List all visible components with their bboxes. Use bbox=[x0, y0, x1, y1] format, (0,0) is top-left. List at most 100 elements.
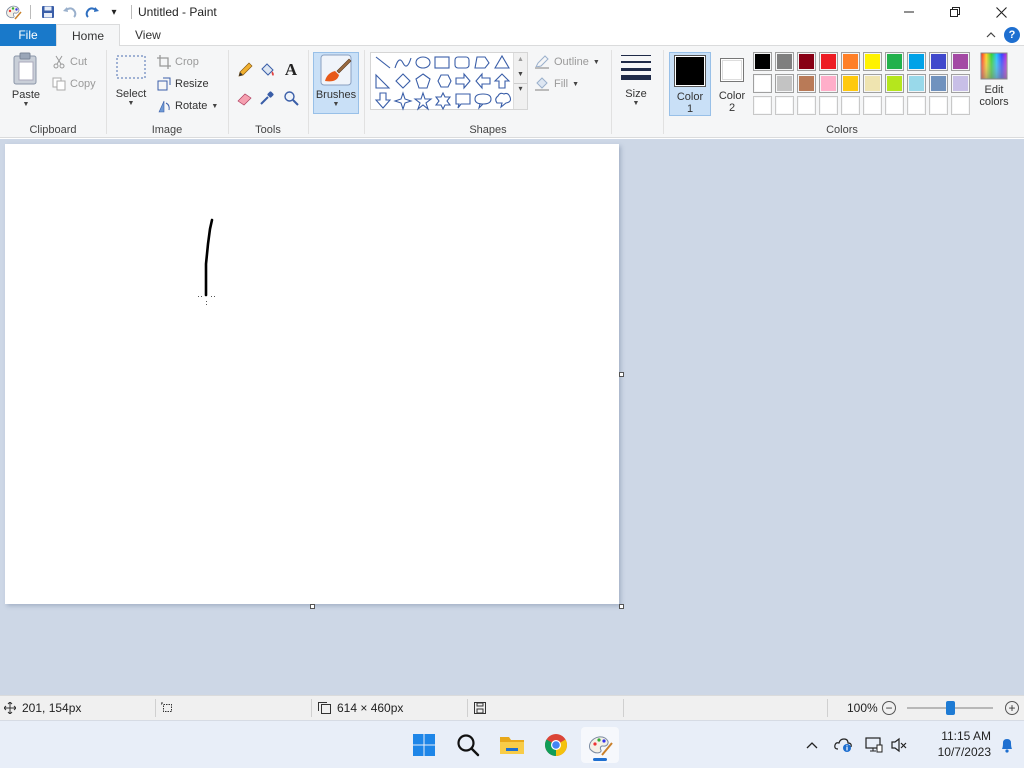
shapes-group-label: Shapes bbox=[469, 124, 507, 136]
shape-six-point-star-icon bbox=[434, 91, 452, 111]
resize-handle-corner[interactable] bbox=[619, 604, 624, 609]
magnifier-button[interactable] bbox=[281, 88, 301, 108]
shape-cloud-callout-icon bbox=[495, 92, 512, 109]
window-title: Untitled - Paint bbox=[138, 5, 217, 19]
save-icon[interactable] bbox=[37, 1, 59, 23]
tools-group: A Tools bbox=[229, 46, 307, 138]
search-button[interactable] bbox=[449, 727, 487, 763]
folder-icon bbox=[500, 737, 524, 754]
shape-oval-icon bbox=[415, 56, 431, 69]
tab-home[interactable]: Home bbox=[56, 24, 121, 47]
line-size-icon bbox=[621, 55, 651, 80]
cut-button[interactable]: Cut bbox=[52, 52, 87, 72]
chrome-button[interactable] bbox=[537, 727, 575, 763]
shape-pentagon-icon bbox=[415, 73, 431, 89]
help-button[interactable]: ? bbox=[1004, 27, 1020, 43]
status-separator bbox=[155, 699, 156, 717]
zoom-out-button[interactable]: − bbox=[882, 701, 896, 715]
network-button[interactable] bbox=[860, 737, 888, 753]
ribbon-tabs: File Home View ? bbox=[0, 24, 1024, 47]
rotate-button[interactable]: Rotate ▼ bbox=[157, 96, 218, 116]
outline-button[interactable]: Outline ▼ bbox=[534, 52, 600, 72]
select-dropdown-icon: ▼ bbox=[127, 100, 135, 107]
resize-handle-bottom[interactable] bbox=[310, 604, 315, 609]
shapes-scroll-up-icon[interactable]: ▲ bbox=[514, 56, 527, 63]
size-button[interactable]: Size ▼ bbox=[616, 52, 656, 116]
minimize-button[interactable] bbox=[886, 0, 932, 24]
pencil-button[interactable] bbox=[235, 60, 255, 80]
disk-icon bbox=[474, 702, 486, 714]
drawing-canvas[interactable] bbox=[5, 144, 619, 604]
clock-date: 10/7/2023 bbox=[937, 745, 991, 759]
clock[interactable]: 11:15 AM 10/7/2023 bbox=[938, 728, 991, 760]
close-button[interactable] bbox=[978, 0, 1024, 24]
brushes-button[interactable]: Brushes ▼ bbox=[313, 52, 359, 114]
minimize-ribbon-button[interactable] bbox=[982, 26, 1000, 44]
color-picker-button[interactable] bbox=[257, 88, 277, 108]
shapes-scroll-down-icon[interactable]: ▼ bbox=[514, 71, 527, 78]
customize-qat-button[interactable]: ▾ bbox=[103, 1, 125, 23]
quick-access-toolbar: ▾ bbox=[0, 0, 138, 24]
tab-file[interactable]: File bbox=[0, 24, 56, 46]
shapes-more-icon[interactable]: ▾ bbox=[514, 83, 527, 93]
fill-bucket-button[interactable] bbox=[257, 60, 277, 80]
select-button[interactable]: Select ▼ bbox=[113, 52, 149, 116]
onedrive-button[interactable] bbox=[828, 737, 860, 753]
cursor-position: 201, 154px bbox=[4, 696, 81, 720]
qat-separator-2 bbox=[131, 5, 132, 19]
fill-bucket-icon bbox=[261, 63, 274, 76]
resize-button[interactable]: Resize bbox=[157, 74, 209, 94]
redo-icon[interactable] bbox=[81, 1, 103, 23]
search-icon bbox=[457, 734, 480, 757]
shapes-gallery bbox=[370, 52, 528, 111]
size-dropdown-icon: ▼ bbox=[632, 100, 640, 107]
eraser-button[interactable] bbox=[235, 88, 255, 108]
help-icon: ? bbox=[1008, 29, 1016, 41]
active-app-indicator bbox=[593, 758, 607, 761]
tab-view[interactable]: View bbox=[120, 24, 176, 46]
text-icon: A bbox=[284, 60, 298, 79]
copy-button[interactable]: Copy bbox=[52, 74, 96, 94]
selection-size bbox=[161, 696, 174, 720]
fill-label: Fill bbox=[554, 78, 569, 90]
paste-button[interactable]: Paste ▼ bbox=[6, 52, 46, 116]
start-button[interactable] bbox=[405, 727, 443, 763]
title-bar: ▾ Untitled - Paint bbox=[0, 0, 1024, 24]
canvas-size: 614 × 460px bbox=[318, 696, 403, 720]
scissors-icon bbox=[53, 55, 65, 69]
chrome-icon bbox=[545, 734, 567, 756]
crop-button[interactable]: Crop bbox=[157, 52, 199, 72]
window-controls bbox=[886, 0, 1024, 24]
copy-icon bbox=[52, 77, 66, 91]
shape-diamond-icon bbox=[395, 73, 411, 89]
file-explorer-button[interactable] bbox=[493, 727, 531, 763]
outline-label: Outline bbox=[554, 56, 589, 68]
maximize-button[interactable] bbox=[932, 0, 978, 24]
pencil-icon bbox=[238, 62, 253, 77]
shapes-scrollbar[interactable]: ▲ ▼ ▾ bbox=[513, 53, 527, 109]
notifications-button[interactable] bbox=[1000, 737, 1014, 756]
canvas-workspace[interactable] bbox=[0, 139, 1024, 695]
text-button[interactable]: A bbox=[281, 60, 301, 80]
paint-icon bbox=[589, 736, 613, 756]
qat-separator bbox=[30, 5, 31, 19]
customize-qat-caret: ▾ bbox=[111, 6, 117, 18]
paint-app-icon[interactable] bbox=[2, 1, 24, 23]
volume-button[interactable] bbox=[888, 737, 910, 753]
ribbon-help-area: ? bbox=[982, 26, 1020, 44]
undo-icon[interactable] bbox=[59, 1, 81, 23]
volume-muted-icon bbox=[891, 737, 907, 753]
paint-taskbar-button[interactable] bbox=[581, 727, 619, 763]
zoom-slider-thumb[interactable] bbox=[945, 701, 955, 715]
show-hidden-icons-button[interactable] bbox=[800, 741, 824, 749]
resize-handle-right[interactable] bbox=[619, 372, 624, 377]
fill-dropdown-icon: ▼ bbox=[572, 80, 579, 88]
paste-dropdown-icon: ▼ bbox=[22, 101, 30, 108]
paste-icon bbox=[13, 52, 37, 85]
rotate-label: Rotate bbox=[175, 100, 208, 112]
cursor-position-text: 201, 154px bbox=[22, 701, 82, 715]
fill-button[interactable]: Fill ▼ bbox=[534, 74, 579, 94]
shape-curve-icon bbox=[394, 57, 412, 69]
resize-icon bbox=[157, 77, 171, 91]
zoom-in-button[interactable]: + bbox=[1005, 701, 1019, 715]
